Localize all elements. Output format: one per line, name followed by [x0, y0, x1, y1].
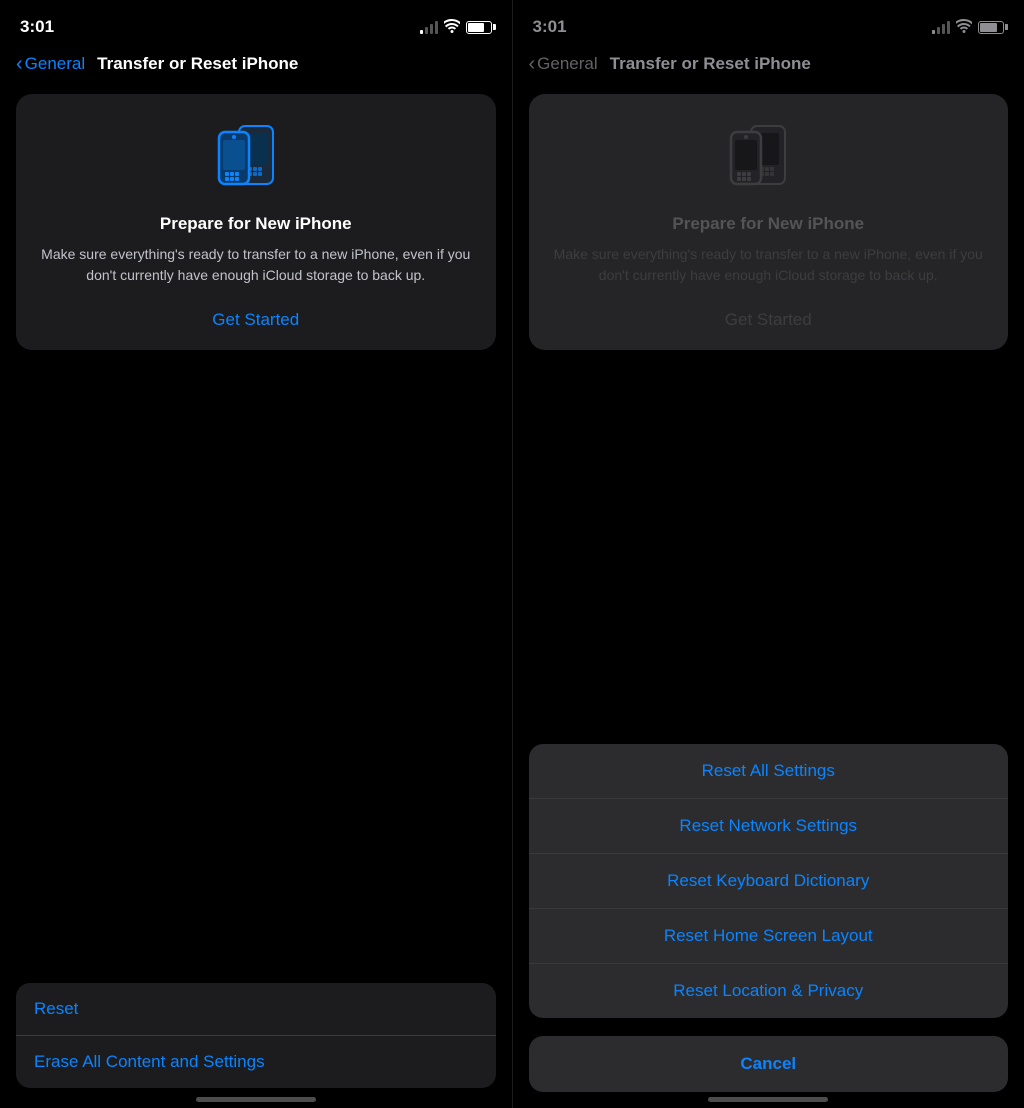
- erase-all-button[interactable]: Erase All Content and Settings: [16, 1036, 496, 1088]
- reset-button[interactable]: Reset: [16, 983, 496, 1036]
- right-back-label: General: [537, 54, 597, 74]
- left-card-title: Prepare for New iPhone: [160, 214, 352, 234]
- right-get-started-button: Get Started: [725, 310, 812, 330]
- reset-all-settings-button[interactable]: Reset All Settings: [529, 744, 1009, 799]
- left-bottom-section: Reset Erase All Content and Settings: [16, 983, 496, 1088]
- left-reset-card: Reset Erase All Content and Settings: [16, 983, 496, 1088]
- reset-network-settings-button[interactable]: Reset Network Settings: [529, 799, 1009, 854]
- reset-location-privacy-button[interactable]: Reset Location & Privacy: [529, 964, 1009, 1018]
- left-time: 3:01: [20, 17, 54, 37]
- right-card-description: Make sure everything's ready to transfer…: [549, 244, 989, 286]
- left-prepare-card: Prepare for New iPhone Make sure everyth…: [16, 94, 496, 350]
- right-phone-transfer-icon: [723, 118, 813, 198]
- left-get-started-button[interactable]: Get Started: [212, 310, 299, 330]
- left-nav-bar: ‹ General Transfer or Reset iPhone: [0, 48, 512, 86]
- right-battery-icon: [978, 21, 1004, 34]
- left-back-button[interactable]: ‹ General: [16, 54, 85, 74]
- right-status-bar: 3:01: [513, 0, 1024, 48]
- right-prepare-card: Prepare for New iPhone Make sure everyth…: [529, 94, 1009, 350]
- reset-action-sheet: Reset All Settings Reset Network Setting…: [529, 744, 1009, 1018]
- left-status-bar: 3:01: [0, 0, 512, 48]
- right-panel: 3:01 ‹ General Transfer or Re: [513, 0, 1024, 1108]
- right-card-title: Prepare for New iPhone: [672, 214, 864, 234]
- right-chevron-icon: ‹: [529, 54, 536, 74]
- left-back-label: General: [25, 54, 85, 74]
- battery-icon: [466, 21, 492, 34]
- right-signal-icon: [932, 20, 950, 34]
- signal-icon: [420, 20, 438, 34]
- right-nav-title: Transfer or Reset iPhone: [610, 54, 811, 74]
- left-status-icons: [420, 19, 492, 36]
- cancel-button[interactable]: Cancel: [529, 1036, 1009, 1092]
- left-card-description: Make sure everything's ready to transfer…: [36, 244, 476, 286]
- right-wifi-icon: [956, 19, 972, 36]
- wifi-icon: [444, 19, 460, 36]
- right-time: 3:01: [533, 17, 567, 37]
- right-status-icons: [932, 19, 1004, 36]
- right-home-indicator: [708, 1097, 828, 1102]
- left-home-indicator: [196, 1097, 316, 1102]
- reset-home-screen-layout-button[interactable]: Reset Home Screen Layout: [529, 909, 1009, 964]
- reset-keyboard-dictionary-button[interactable]: Reset Keyboard Dictionary: [529, 854, 1009, 909]
- right-nav-bar: ‹ General Transfer or Reset iPhone: [513, 48, 1024, 86]
- left-panel: 3:01 ‹ General Transfer or Reset iPhon: [0, 0, 512, 1108]
- phone-transfer-icon: [211, 118, 301, 198]
- left-nav-title: Transfer or Reset iPhone: [97, 54, 298, 74]
- right-back-button: ‹ General: [529, 54, 598, 74]
- left-chevron-icon: ‹: [16, 54, 23, 74]
